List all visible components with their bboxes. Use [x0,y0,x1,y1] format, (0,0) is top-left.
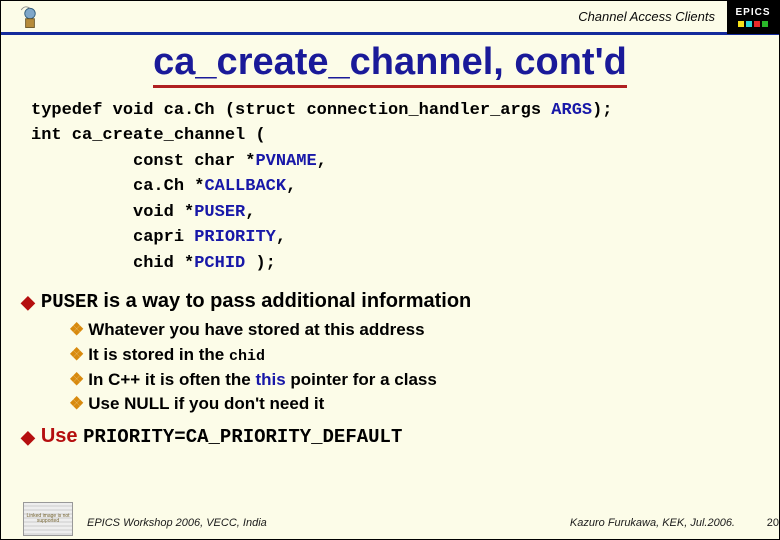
sub-bullet-list: ❖ Whatever you have stored at this addre… [69,318,779,417]
epics-logo: EPICS [727,0,779,34]
slide: Channel Access Clients EPICS ca_create_c… [0,0,780,540]
footer: Linked image is not supported EPICS Work… [1,513,779,533]
code-block: typedef void ca.Ch (struct connection_ha… [31,98,779,277]
epics-dots [738,21,768,27]
diamond-icon: ◆ [21,425,35,449]
small-diamond-icon: ❖ [69,343,84,368]
header-bar: Channel Access Clients EPICS [1,1,779,35]
footer-right: Kazuro Furukawa, KEK, Jul.2006. [570,517,735,529]
bullet-puser: ◆ PUSER is a way to pass additional info… [21,290,779,314]
epics-label: EPICS [735,7,770,18]
emblem-icon [1,0,59,34]
footer-left: EPICS Workshop 2006, VECC, India [87,517,267,529]
page-number: 20 [751,517,779,529]
slide-title: ca_create_channel, cont'd [153,43,627,88]
bullet-list: ◆ PUSER is a way to pass additional info… [21,290,779,449]
header-topic: Channel Access Clients [578,9,715,24]
sub-bullet: ❖ It is stored in the chid [69,343,779,368]
bullet-priority: ◆ Use PRIORITY=CA_PRIORITY_DEFAULT [21,425,779,449]
sub-bullet: ❖ In C++ it is often the this pointer fo… [69,368,779,393]
thumbnail-placeholder: Linked image is not supported [23,502,73,536]
small-diamond-icon: ❖ [69,368,84,393]
small-diamond-icon: ❖ [69,392,84,417]
sub-bullet: ❖ Whatever you have stored at this addre… [69,318,779,343]
small-diamond-icon: ❖ [69,318,84,343]
diamond-icon: ◆ [21,290,35,314]
sub-bullet: ❖ Use NULL if you don't need it [69,392,779,417]
puser-label: PUSER [41,291,98,313]
